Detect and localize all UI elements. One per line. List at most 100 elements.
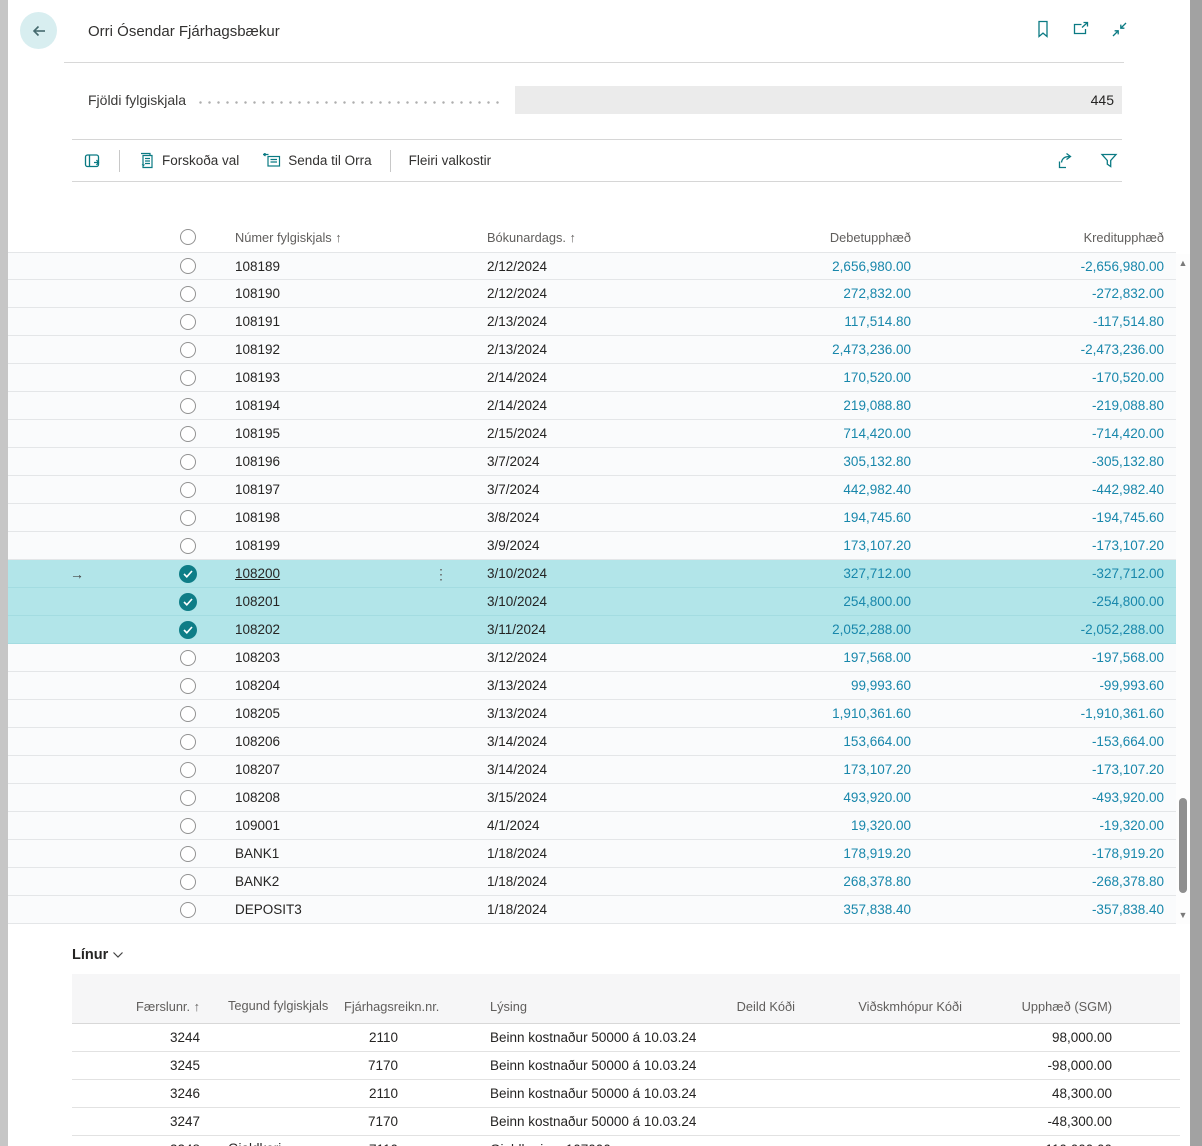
row-checkbox[interactable] [165, 538, 210, 554]
document-number-link[interactable]: 108198 [235, 510, 280, 525]
table-row[interactable]: → 108203 ⋮ 3/12/2024 197,568.00 -197,568… [8, 644, 1176, 672]
posting-date-cell[interactable]: 1/18/2024 [450, 846, 680, 861]
row-checkbox[interactable] [165, 818, 210, 834]
row-checkbox[interactable] [165, 846, 210, 862]
document-number-link[interactable]: 108197 [235, 482, 280, 497]
table-row[interactable]: → BANK2 ⋮ 1/18/2024 268,378.80 -268,378.… [8, 868, 1176, 896]
credit-amount-link[interactable]: -268,378.80 [1092, 874, 1164, 889]
table-row[interactable]: → 108204 ⋮ 3/13/2024 99,993.60 -99,993.6… [8, 672, 1176, 700]
table-row[interactable]: → 108191 ⋮ 2/13/2024 117,514.80 -117,514… [8, 308, 1176, 336]
debit-amount-link[interactable]: 2,656,980.00 [832, 259, 911, 274]
document-number-link[interactable]: 108201 [235, 594, 280, 609]
document-number-link[interactable]: 108196 [235, 454, 280, 469]
table-row[interactable]: → 108206 ⋮ 3/14/2024 153,664.00 -153,664… [8, 728, 1176, 756]
credit-amount-link[interactable]: -1,910,361.60 [1081, 706, 1164, 721]
debit-amount-link[interactable]: 99,993.60 [851, 678, 911, 693]
table-row[interactable]: → 108207 ⋮ 3/14/2024 173,107.20 -173,107… [8, 756, 1176, 784]
row-checkbox[interactable] [165, 762, 210, 778]
document-number-link[interactable]: 108208 [235, 790, 280, 805]
table-row[interactable]: → 108196 ⋮ 3/7/2024 305,132.80 -305,132.… [8, 448, 1176, 476]
amount-cell[interactable]: 98,000.00 [962, 1030, 1112, 1045]
entry-no-cell[interactable]: 3246 [72, 1086, 200, 1101]
column-header-customer-group-code[interactable]: Viðskmhópur Kóði [795, 999, 962, 1023]
description-cell[interactable]: Gjaldkeri nr. 107000 [412, 1142, 712, 1146]
column-header-description[interactable]: Lýsing [412, 999, 712, 1023]
row-checkbox[interactable] [165, 874, 210, 890]
posting-date-cell[interactable]: 3/15/2024 [450, 790, 680, 805]
document-number-link[interactable]: 108207 [235, 762, 280, 777]
debit-amount-link[interactable]: 153,664.00 [843, 734, 911, 749]
column-header-entry-no[interactable]: Færslunr. ↑ [72, 999, 200, 1023]
credit-amount-link[interactable]: -254,800.00 [1092, 594, 1164, 609]
debit-amount-link[interactable]: 19,320.00 [851, 818, 911, 833]
document-number-link[interactable]: 108191 [235, 314, 280, 329]
document-number-link[interactable]: 108200 [235, 566, 280, 581]
credit-amount-link[interactable]: -197,568.00 [1092, 650, 1164, 665]
credit-amount-link[interactable]: -178,919.20 [1092, 846, 1164, 861]
row-checkbox[interactable] [165, 621, 210, 639]
line-row[interactable]: 3246 2110 Beinn kostnaður 50000 á 10.03.… [72, 1080, 1180, 1108]
document-number-link[interactable]: 109001 [235, 818, 280, 833]
credit-amount-link[interactable]: -99,993.60 [1099, 678, 1164, 693]
debit-amount-link[interactable]: 442,982.40 [843, 482, 911, 497]
debit-amount-link[interactable]: 219,088.80 [843, 398, 911, 413]
debit-amount-link[interactable]: 305,132.80 [843, 454, 911, 469]
posting-date-cell[interactable]: 2/14/2024 [450, 398, 680, 413]
column-header-posting-date[interactable]: Bókunardags. ↑ [450, 230, 680, 245]
posting-date-cell[interactable]: 3/7/2024 [450, 454, 680, 469]
row-checkbox[interactable] [165, 370, 210, 386]
debit-amount-link[interactable]: 173,107.20 [843, 762, 911, 777]
credit-amount-link[interactable]: -173,107.20 [1092, 538, 1164, 553]
amount-cell[interactable]: 110,000.00 [962, 1142, 1112, 1146]
table-row[interactable]: → 108195 ⋮ 2/15/2024 714,420.00 -714,420… [8, 420, 1176, 448]
credit-amount-link[interactable]: -305,132.80 [1092, 454, 1164, 469]
credit-amount-link[interactable]: -2,473,236.00 [1081, 342, 1164, 357]
row-checkbox[interactable] [165, 650, 210, 666]
row-checkbox[interactable] [165, 342, 210, 358]
posting-date-cell[interactable]: 2/12/2024 [450, 259, 680, 274]
document-number-link[interactable]: 108202 [235, 622, 280, 637]
column-header-credit[interactable]: Kreditupphæð [920, 230, 1176, 245]
row-checkbox[interactable] [165, 565, 210, 583]
filter-icon[interactable] [1100, 152, 1118, 169]
row-checkbox[interactable] [165, 258, 210, 274]
credit-amount-link[interactable]: -117,514.80 [1093, 314, 1164, 329]
row-checkbox[interactable] [165, 734, 210, 750]
table-row[interactable]: → 108198 ⋮ 3/8/2024 194,745.60 -194,745.… [8, 504, 1176, 532]
amount-cell[interactable]: -98,000.00 [962, 1058, 1112, 1073]
posting-date-cell[interactable]: 3/7/2024 [450, 482, 680, 497]
row-checkbox[interactable] [165, 398, 210, 414]
column-header-amount[interactable]: Upphæð (SGM) [962, 999, 1112, 1023]
more-options-button[interactable]: Fleiri valkostir [397, 140, 504, 181]
description-cell[interactable]: Beinn kostnaður 50000 á 10.03.24 [412, 1086, 712, 1101]
document-number-link[interactable]: 108206 [235, 734, 280, 749]
document-number-link[interactable]: 108194 [235, 398, 280, 413]
document-number-link[interactable]: 108192 [235, 342, 280, 357]
posting-date-cell[interactable]: 3/14/2024 [450, 762, 680, 777]
debit-amount-link[interactable]: 272,832.00 [843, 286, 911, 301]
gl-account-cell[interactable]: 7170 [344, 1058, 412, 1073]
document-count-value[interactable]: 445 [515, 86, 1122, 114]
posting-date-cell[interactable]: 3/9/2024 [450, 538, 680, 553]
entry-no-cell[interactable]: 3247 [72, 1114, 200, 1129]
credit-amount-link[interactable]: -357,838.40 [1092, 902, 1164, 917]
entry-no-cell[interactable]: 3244 [72, 1030, 200, 1045]
amount-cell[interactable]: -48,300.00 [962, 1114, 1112, 1129]
gl-account-cell[interactable]: 2110 [344, 1030, 412, 1045]
amount-cell[interactable]: 48,300.00 [962, 1086, 1112, 1101]
posting-date-cell[interactable]: 3/8/2024 [450, 510, 680, 525]
posting-date-cell[interactable]: 2/14/2024 [450, 370, 680, 385]
bookmark-icon[interactable] [1035, 20, 1051, 38]
credit-amount-link[interactable]: -272,832.00 [1092, 286, 1164, 301]
row-checkbox[interactable] [165, 510, 210, 526]
credit-amount-link[interactable]: -173,107.20 [1092, 762, 1164, 777]
table-row[interactable]: → 108208 ⋮ 3/15/2024 493,920.00 -493,920… [8, 784, 1176, 812]
document-number-link[interactable]: 108190 [235, 286, 280, 301]
debit-amount-link[interactable]: 493,920.00 [843, 790, 911, 805]
gl-account-cell[interactable]: 7170 [344, 1114, 412, 1129]
back-button[interactable] [20, 12, 57, 49]
gl-account-cell[interactable]: 2110 [344, 1086, 412, 1101]
credit-amount-link[interactable]: -2,656,980.00 [1081, 259, 1164, 274]
description-cell[interactable]: Beinn kostnaður 50000 á 10.03.24 [412, 1030, 712, 1045]
scroll-up-icon[interactable]: ▲ [1178, 258, 1188, 268]
